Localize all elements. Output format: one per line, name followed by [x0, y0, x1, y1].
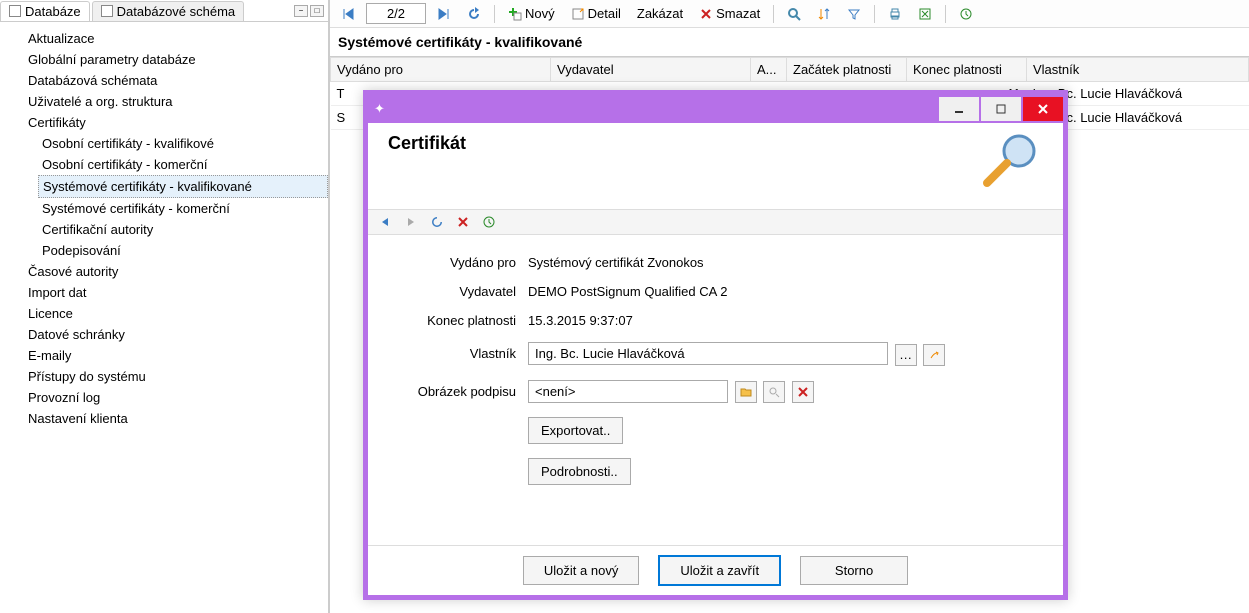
label-issuer: Vydavatel	[408, 284, 528, 299]
tree-item-selected[interactable]: Systémové certifikáty - kvalifikované	[38, 175, 328, 198]
next-icon[interactable]	[400, 213, 422, 231]
tree-item[interactable]: Osobní certifikáty - komerční	[38, 154, 328, 175]
tab-database-schema[interactable]: Databázové schéma	[92, 1, 245, 21]
delete-icon[interactable]	[452, 213, 474, 231]
dialog-titlebar[interactable]: ✦	[368, 95, 1063, 123]
refresh-icon[interactable]	[462, 4, 486, 24]
open-file-icon[interactable]	[735, 381, 757, 403]
clear-button[interactable]	[923, 344, 945, 366]
tree-item[interactable]: Import dat	[24, 282, 328, 303]
certificate-dialog: ✦ Certifikát Vydáno pro Systémový certif…	[363, 90, 1068, 600]
sort-icon[interactable]	[812, 4, 836, 24]
tree-item[interactable]: Provozní log	[24, 387, 328, 408]
maximize-button[interactable]	[981, 97, 1021, 121]
export-button[interactable]: Exportovat..	[528, 417, 623, 444]
history-icon[interactable]	[478, 213, 500, 231]
tree-item[interactable]: Globální parametry databáze	[24, 49, 328, 70]
col-header[interactable]: Začátek platnosti	[787, 58, 907, 82]
tree-item[interactable]: Uživatelé a org. struktura	[24, 91, 328, 112]
dialog-title: Certifikát	[388, 133, 466, 154]
browse-button[interactable]: …	[895, 344, 917, 366]
nav-tree: Aktualizace Globální parametry databáze …	[0, 22, 328, 613]
label-issued-to: Vydáno pro	[408, 255, 528, 270]
window-icon	[101, 5, 113, 17]
tree-item[interactable]: Systémové certifikáty - komerční	[38, 198, 328, 219]
owner-input[interactable]	[528, 342, 888, 365]
sig-image-input[interactable]	[528, 380, 728, 403]
disable-button[interactable]: Zakázat	[632, 3, 688, 24]
save-and-close-button[interactable]: Uložit a zavřít	[659, 556, 780, 585]
last-record-icon[interactable]	[432, 4, 456, 24]
app-icon: ✦	[374, 101, 385, 117]
window-icon	[9, 5, 21, 17]
col-header[interactable]: Vydavatel	[551, 58, 751, 82]
restore-icon[interactable]: □	[310, 5, 324, 17]
print-icon[interactable]	[883, 4, 907, 24]
tree-item[interactable]: E-maily	[24, 345, 328, 366]
minimize-icon[interactable]: −	[294, 5, 308, 17]
sidebar-tabs: Databáze Databázové schéma − □	[0, 0, 328, 22]
prev-icon[interactable]	[374, 213, 396, 231]
details-button[interactable]: Podrobnosti..	[528, 458, 631, 485]
remove-icon[interactable]	[792, 381, 814, 403]
tree-item[interactable]: Certifikační autority	[38, 219, 328, 240]
label-valid-to: Konec platnosti	[408, 313, 528, 328]
minimize-button[interactable]	[939, 97, 979, 121]
tree-item[interactable]: Podepisování	[38, 240, 328, 261]
tree-item[interactable]: Licence	[24, 303, 328, 324]
col-header[interactable]: Vydáno pro	[331, 58, 551, 82]
main-toolbar: Nový Detail Zakázat Smazat	[330, 0, 1249, 28]
new-button[interactable]: Nový	[503, 3, 560, 24]
page-title: Systémové certifikáty - kvalifikované	[330, 28, 1249, 56]
tree-item[interactable]: Datové schránky	[24, 324, 328, 345]
refresh-icon[interactable]	[426, 213, 448, 231]
save-and-new-button[interactable]: Uložit a nový	[523, 556, 639, 585]
value-issuer: DEMO PostSignum Qualified CA 2	[528, 284, 1023, 299]
filter-icon[interactable]	[842, 4, 866, 24]
tab-database[interactable]: Databáze	[0, 1, 90, 21]
tree-item[interactable]: Nastavení klienta	[24, 408, 328, 429]
first-record-icon[interactable]	[336, 4, 360, 24]
value-valid-to: 15.3.2015 9:37:07	[528, 313, 1023, 328]
search-icon[interactable]	[782, 4, 806, 24]
excel-icon[interactable]	[913, 4, 937, 24]
close-button[interactable]	[1023, 97, 1063, 121]
col-header[interactable]: Vlastník	[1027, 58, 1249, 82]
value-issued-to: Systémový certifikát Zvonokos	[528, 255, 1023, 270]
label-sig-image: Obrázek podpisu	[408, 384, 528, 399]
view-icon[interactable]	[763, 381, 785, 403]
record-position-input[interactable]	[366, 3, 426, 24]
delete-button[interactable]: Smazat	[694, 3, 765, 24]
history-icon[interactable]	[954, 4, 978, 24]
detail-button[interactable]: Detail	[566, 3, 626, 24]
tree-item[interactable]: Přístupy do systému	[24, 366, 328, 387]
cancel-button[interactable]: Storno	[800, 556, 908, 585]
col-header[interactable]: A...	[751, 58, 787, 82]
col-header[interactable]: Konec platnosti	[907, 58, 1027, 82]
magnifier-icon	[979, 133, 1043, 189]
tree-item-certificates[interactable]: Certifikáty	[24, 112, 328, 133]
dialog-toolbar	[368, 209, 1063, 235]
tree-item[interactable]: Databázová schémata	[24, 70, 328, 91]
tree-item[interactable]: Osobní certifikáty - kvalifikové	[38, 133, 328, 154]
tree-item[interactable]: Aktualizace	[24, 28, 328, 49]
tree-item[interactable]: Časové autority	[24, 261, 328, 282]
label-owner: Vlastník	[408, 346, 528, 361]
